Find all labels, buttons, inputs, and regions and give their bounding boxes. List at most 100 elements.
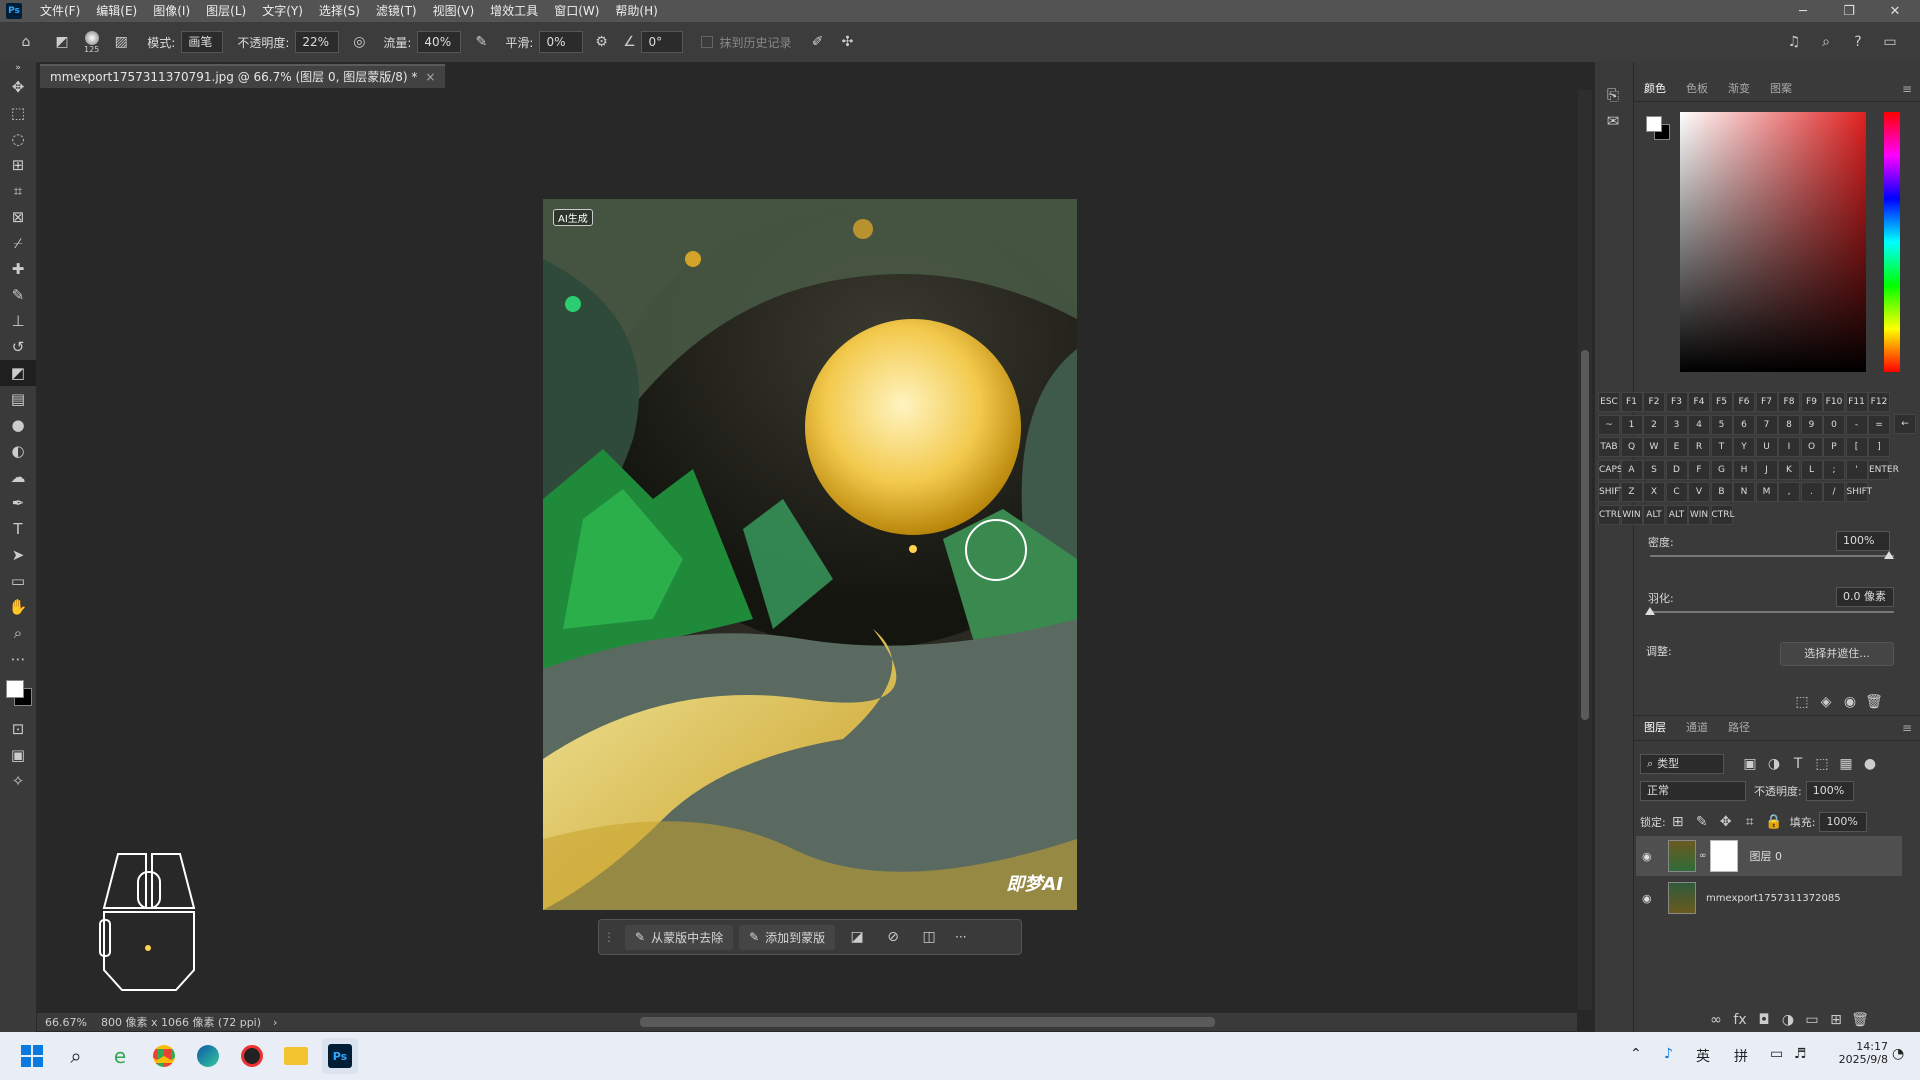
keyboard-key[interactable]: F10	[1823, 392, 1845, 412]
brush-settings-icon[interactable]: ▨	[109, 30, 133, 54]
keyboard-key[interactable]: SHIFT	[1598, 482, 1625, 502]
close-tab-icon[interactable]: ×	[425, 66, 435, 88]
keyboard-key[interactable]: O	[1800, 437, 1823, 457]
keyboard-key[interactable]: '	[1845, 459, 1868, 480]
hue-slider[interactable]	[1884, 112, 1900, 372]
density-slider[interactable]	[1650, 555, 1894, 557]
keyboard-key[interactable]: M	[1755, 482, 1778, 502]
angle-field[interactable]: 0°	[641, 31, 684, 53]
screen-mode-icon[interactable]: ▣	[0, 742, 36, 768]
layers-menu-icon[interactable]: ≡	[1902, 721, 1912, 735]
keyboard-key[interactable]: ~	[1598, 414, 1620, 435]
comments-panel-icon[interactable]: ✉	[1595, 108, 1631, 134]
zoom-level[interactable]: 66.67%	[45, 1016, 87, 1029]
layer-visibility-icon[interactable]: ◉	[1642, 850, 1662, 863]
collapse-toolbox-icon[interactable]: »	[0, 62, 36, 74]
hand-tool-icon[interactable]: ✋	[0, 594, 36, 620]
keyboard-key[interactable]: F2	[1643, 392, 1665, 412]
keyboard-key[interactable]: ESC	[1598, 392, 1620, 412]
feather-slider[interactable]	[1650, 611, 1894, 613]
add-to-mask-button[interactable]: ✎ 添加到蒙版	[739, 924, 836, 950]
keyboard-key[interactable]: 8	[1778, 414, 1800, 435]
keyboard-key[interactable]: F4	[1688, 392, 1710, 412]
add-mask-icon[interactable]: ◘	[1752, 1008, 1776, 1032]
keyboard-key[interactable]: I	[1778, 437, 1800, 457]
eraser-tool-preset-icon[interactable]: ◩	[50, 30, 74, 54]
delete-mask-icon[interactable]: 🗑	[1862, 690, 1886, 714]
keyboard-key[interactable]: C	[1665, 482, 1688, 502]
airbrush-icon[interactable]: ✎	[469, 30, 493, 54]
clone-stamp-tool-icon[interactable]: ⊥	[0, 308, 36, 334]
keyboard-key[interactable]: /	[1823, 482, 1845, 502]
keyboard-key[interactable]: -	[1845, 414, 1868, 435]
document-tab[interactable]: mmexport1757311370791.jpg @ 66.7% (图层 0,…	[40, 64, 446, 88]
notification-icon[interactable]: ◔	[1892, 1046, 1904, 1062]
pressure-opacity-icon[interactable]: ◎	[347, 30, 371, 54]
keyboard-key[interactable]: CTRL	[1598, 504, 1622, 525]
filter-smart-icon[interactable]: ▦	[1834, 752, 1858, 776]
keyboard-key[interactable]: E	[1665, 437, 1688, 457]
vertical-scrollbar[interactable]	[1578, 90, 1592, 1010]
keyboard-key[interactable]: A	[1620, 459, 1643, 480]
menu-window[interactable]: 窗口(W)	[546, 0, 607, 22]
crop-tool-icon[interactable]: ⌗	[0, 178, 36, 204]
volume-icon[interactable]: ♬	[1794, 1046, 1807, 1062]
windows-start-icon[interactable]	[14, 1038, 50, 1074]
keyboard-key[interactable]: J	[1755, 459, 1778, 480]
menu-type[interactable]: 文字(Y)	[254, 0, 311, 22]
keyboard-key[interactable]: N	[1733, 482, 1755, 502]
keyboard-key[interactable]: L	[1800, 459, 1823, 480]
tab-swatches[interactable]: 色板	[1676, 78, 1718, 100]
feather-field[interactable]: 0.0 像素	[1836, 587, 1894, 607]
remove-from-mask-button[interactable]: ✎ 从蒙版中去除	[625, 924, 734, 950]
keyboard-key[interactable]: 2	[1643, 414, 1665, 435]
keyboard-key[interactable]: H	[1733, 459, 1755, 480]
keyboard-key[interactable]: W	[1643, 437, 1665, 457]
visibility-icon[interactable]: ◉	[1838, 690, 1862, 714]
adjustment-layer-icon[interactable]: ◑	[1776, 1008, 1800, 1032]
layer-opacity-field[interactable]: 100%	[1805, 781, 1854, 801]
eyedropper-tool-icon[interactable]: ⌿	[0, 230, 36, 256]
opacity-field[interactable]: 22%	[295, 31, 340, 53]
smudge-tool-icon[interactable]: ☁	[0, 464, 36, 490]
menu-plugins[interactable]: 增效工具	[482, 0, 546, 22]
search-icon[interactable]: ⌕	[58, 1038, 94, 1074]
clock[interactable]: 14:17 2025/9/8	[1832, 1040, 1888, 1066]
density-slider-handle[interactable]	[1884, 551, 1894, 559]
keyboard-key[interactable]: TAB	[1598, 437, 1620, 457]
flow-field[interactable]: 40%	[417, 31, 462, 53]
density-field[interactable]: 100%	[1836, 531, 1890, 551]
layer-filter-dropdown[interactable]: ⌕ 类型	[1640, 754, 1724, 774]
frame-tool-icon[interactable]: ⊠	[0, 204, 36, 230]
feather-slider-handle[interactable]	[1645, 607, 1655, 615]
apply-mask-icon[interactable]: ◈	[1814, 690, 1838, 714]
lock-transparent-icon[interactable]: ⊞	[1666, 810, 1690, 834]
keyboard-key[interactable]: 4	[1688, 414, 1710, 435]
ie-browser-icon[interactable]: e	[102, 1038, 138, 1074]
close-button[interactable]: ✕	[1872, 0, 1918, 22]
color-swatches[interactable]	[0, 672, 36, 716]
menu-file[interactable]: 文件(F)	[32, 0, 88, 22]
keyboard-key[interactable]: V	[1688, 482, 1710, 502]
marquee-tool-icon[interactable]: ⬚	[0, 100, 36, 126]
tab-layers[interactable]: 图层	[1634, 717, 1676, 739]
keyboard-key[interactable]: F9	[1800, 392, 1823, 412]
eraser-tool-icon[interactable]: ◩	[0, 360, 36, 386]
microphone-icon[interactable]: ♪	[1664, 1046, 1673, 1062]
keyboard-key[interactable]: SHIFT	[1845, 482, 1872, 502]
workspace-icon[interactable]: ▭	[1878, 30, 1902, 54]
drag-handle-icon[interactable]: ⋮	[603, 930, 615, 944]
keyboard-key[interactable]: F1	[1620, 392, 1643, 412]
keyboard-key[interactable]: G	[1710, 459, 1733, 480]
path-select-tool-icon[interactable]: ➤	[0, 542, 36, 568]
keyboard-key[interactable]: F3	[1665, 392, 1688, 412]
keyboard-key[interactable]: B	[1710, 482, 1733, 502]
filter-shape-icon[interactable]: ⬚	[1810, 752, 1834, 776]
keyboard-key[interactable]: 7	[1755, 414, 1778, 435]
pressure-size-icon[interactable]: ✐	[805, 30, 829, 54]
keyboard-key[interactable]: 6	[1733, 414, 1755, 435]
brush-size-picker[interactable]: 125	[84, 30, 99, 54]
keyboard-key[interactable]: CTRL	[1710, 504, 1735, 525]
restore-button[interactable]: ❐	[1826, 0, 1872, 22]
keyboard-key[interactable]: R	[1688, 437, 1710, 457]
